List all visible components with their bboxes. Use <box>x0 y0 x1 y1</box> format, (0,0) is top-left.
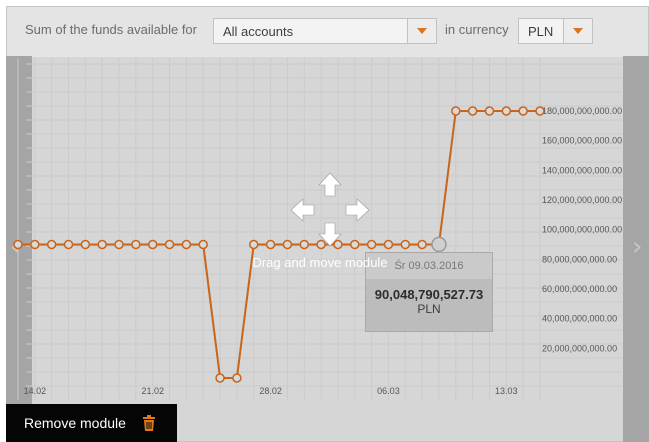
data-point <box>417 239 427 250</box>
data-point <box>400 239 411 250</box>
data-point <box>30 239 40 250</box>
data-point <box>97 239 107 250</box>
data-point <box>501 106 512 116</box>
data-point <box>518 106 528 116</box>
y-tick-label: 120,000,000,000.00 <box>542 195 622 205</box>
data-point <box>215 373 225 383</box>
x-axis-labels: 14.02 21.02 28.02 06.03 13.03 <box>24 386 518 396</box>
y-tick-label: 80,000,000,000.00 <box>542 254 617 264</box>
y-axis-labels: 20,000,000,000.00 40,000,000,000.00 60,000… <box>542 106 622 353</box>
remove-module-label: Remove module <box>24 415 126 431</box>
data-point <box>535 106 545 116</box>
data-point <box>198 239 208 250</box>
data-point <box>484 106 495 116</box>
data-point <box>451 106 461 116</box>
drag-handle[interactable]: Drag and move module <box>240 170 400 280</box>
x-tick-label: 06.03 <box>377 386 400 396</box>
move-arrows-icon <box>290 172 370 247</box>
y-tick-label: 160,000,000,000.00 <box>542 136 622 146</box>
y-tick-label: 20,000,000,000.00 <box>542 343 617 353</box>
tooltip-amount: 90,048,790,527.73 <box>374 287 484 302</box>
data-point <box>114 239 124 250</box>
data-point <box>13 239 23 250</box>
data-point <box>131 239 141 250</box>
data-point <box>232 373 242 383</box>
data-point <box>181 239 192 250</box>
highlighted-data-point <box>431 236 447 253</box>
x-tick-label: 13.03 <box>495 386 518 396</box>
y-tick-label: 180,000,000,000.00 <box>542 106 622 116</box>
x-tick-label: 28.02 <box>259 386 282 396</box>
data-point <box>63 239 74 250</box>
y-tick-label: 60,000,000,000.00 <box>542 284 617 294</box>
x-tick-label: 14.02 <box>24 386 47 396</box>
y-tick-label: 40,000,000,000.00 <box>542 314 617 324</box>
data-point <box>46 239 57 250</box>
remove-module-button[interactable]: Remove module <box>6 404 177 442</box>
trash-icon <box>143 415 155 431</box>
y-tick-label: 140,000,000,000.00 <box>542 165 622 175</box>
data-point <box>80 239 91 250</box>
drag-hint: Drag and move module <box>252 255 388 270</box>
x-tick-label: 21.02 <box>141 386 164 396</box>
data-point <box>147 239 158 250</box>
data-point <box>164 239 175 250</box>
data-point <box>467 106 478 116</box>
tooltip-currency: PLN <box>417 302 441 316</box>
y-tick-label: 100,000,000,000.00 <box>542 225 622 235</box>
